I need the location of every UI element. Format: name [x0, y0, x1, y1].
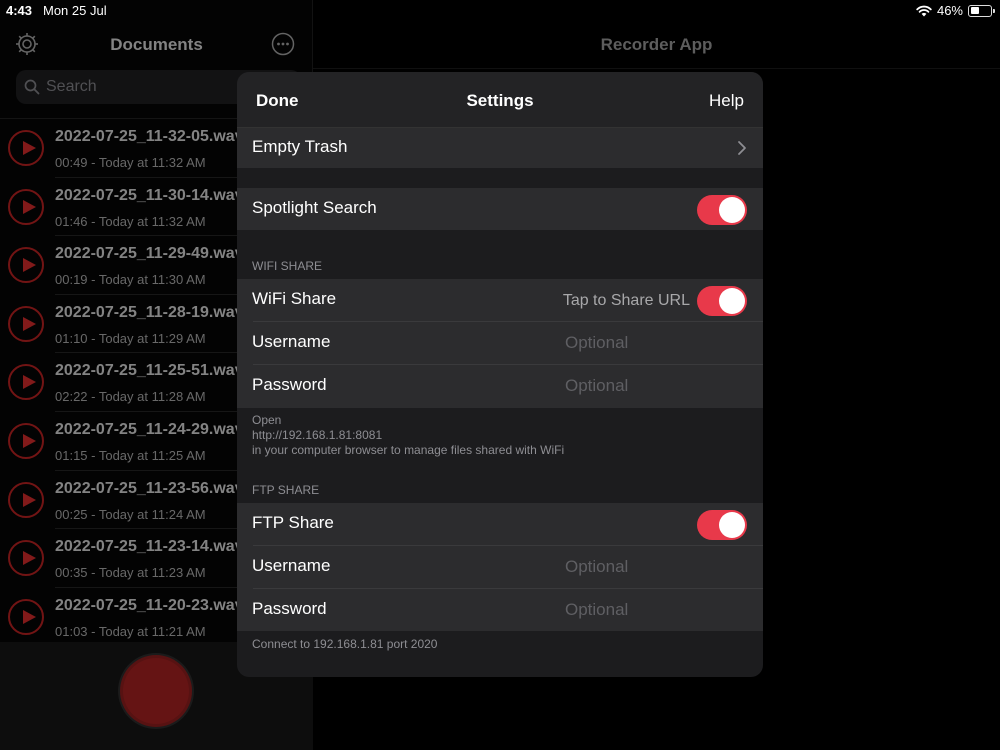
settings-modal: Done Settings Help Empty Trash Spotlight…: [237, 72, 763, 677]
ftp-password-field[interactable]: Optional: [565, 600, 628, 620]
wifi-password-field[interactable]: Optional: [565, 376, 628, 396]
battery-percent: 46%: [936, 3, 963, 18]
empty-trash-label: Empty Trash: [252, 137, 348, 156]
wifi-password-row[interactable]: Password Optional: [237, 365, 763, 408]
wifi-username-row[interactable]: Username Optional: [237, 322, 763, 365]
ftp-password-row[interactable]: Password Optional: [237, 589, 763, 631]
wifi-share-label: WiFi Share: [252, 289, 337, 308]
spotlight-label: Spotlight Search: [252, 198, 377, 217]
ftp-share-row: FTP Share: [237, 503, 763, 546]
ftp-username-label: Username: [252, 556, 331, 575]
wifi-section-header: WIFI SHARE: [252, 259, 323, 273]
wifi-share-row: WiFi Share Tap to Share URL: [237, 279, 763, 322]
ftp-share-label: FTP Share: [252, 513, 334, 532]
toggle-knob: [719, 197, 745, 223]
ftp-username-row[interactable]: Username Optional: [237, 546, 763, 589]
wifi-footer: Open http://192.168.1.81:8081 in your co…: [252, 413, 564, 458]
ftp-footer: Connect to 192.168.1.81 port 2020: [252, 637, 438, 651]
ftp-username-field[interactable]: Optional: [565, 557, 628, 577]
ftp-section-header: FTP SHARE: [252, 483, 320, 497]
wifi-username-label: Username: [252, 332, 331, 351]
status-bar: 4:43 Mon 25 Jul 46%: [0, 0, 1000, 22]
help-button[interactable]: Help: [709, 91, 744, 111]
battery-fill: [970, 7, 979, 14]
battery-icon: [968, 4, 995, 17]
wifi-footer-url: http://192.168.1.81:8081: [252, 428, 383, 442]
wifi-share-hint[interactable]: Tap to Share URL: [563, 292, 690, 310]
settings-title: Settings: [466, 91, 534, 110]
wifi-footer-line-3: in your computer browser to manage files…: [252, 443, 565, 457]
wifi-footer-line-1: Open: [252, 413, 282, 427]
wifi-username-field[interactable]: Optional: [565, 333, 628, 353]
wifi-icon: [916, 5, 932, 16]
ftp-share-toggle[interactable]: [697, 510, 747, 540]
spotlight-row: Spotlight Search: [237, 188, 763, 230]
status-time: 4:43: [6, 3, 33, 18]
toggle-knob: [719, 512, 745, 538]
ftp-password-label: Password: [252, 599, 327, 618]
wifi-password-label: Password: [252, 375, 327, 394]
settings-nav-bar: Done Settings Help: [237, 72, 763, 128]
empty-trash-row[interactable]: Empty Trash: [237, 128, 763, 168]
status-date: Mon 25 Jul: [43, 3, 107, 18]
chevron-right-icon: [738, 141, 746, 155]
status-right: 46%: [916, 3, 995, 18]
toggle-knob: [719, 288, 745, 314]
wifi-share-toggle[interactable]: [697, 286, 747, 316]
spotlight-toggle[interactable]: [697, 195, 747, 225]
